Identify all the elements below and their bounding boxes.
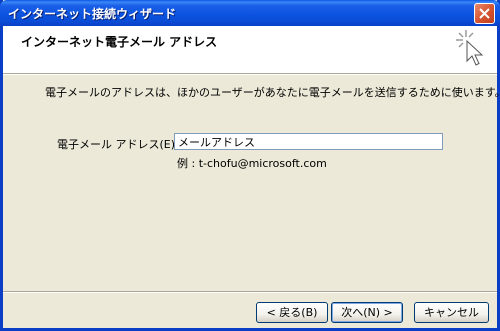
page-title: インターネット電子メール アドレス	[21, 35, 218, 49]
email-field[interactable]	[174, 133, 443, 150]
close-icon	[479, 8, 490, 19]
wizard-icon	[456, 30, 484, 66]
title-bar[interactable]: インターネット接続ウィザード	[0, 0, 500, 26]
example-text: 例 : t-chofu@microsoft.com	[177, 157, 327, 170]
cancel-button[interactable]: キャンセル	[414, 302, 489, 323]
wizard-header: インターネット電子メール アドレス	[3, 26, 497, 74]
wizard-window: インターネット接続ウィザード インターネット電子メール アドレス 電子メールのア…	[0, 0, 500, 331]
close-button[interactable]	[474, 3, 495, 24]
email-label: 電子メール アドレス(E):	[57, 138, 179, 151]
next-button[interactable]: 次へ(N) >	[331, 302, 403, 323]
back-button[interactable]: < 戻る(B)	[256, 302, 328, 323]
description-text: 電子メールのアドレスは、ほかのユーザーがあなたに電子メールを送信するために使いま…	[45, 86, 500, 99]
window-title: インターネット接続ウィザード	[8, 7, 177, 21]
